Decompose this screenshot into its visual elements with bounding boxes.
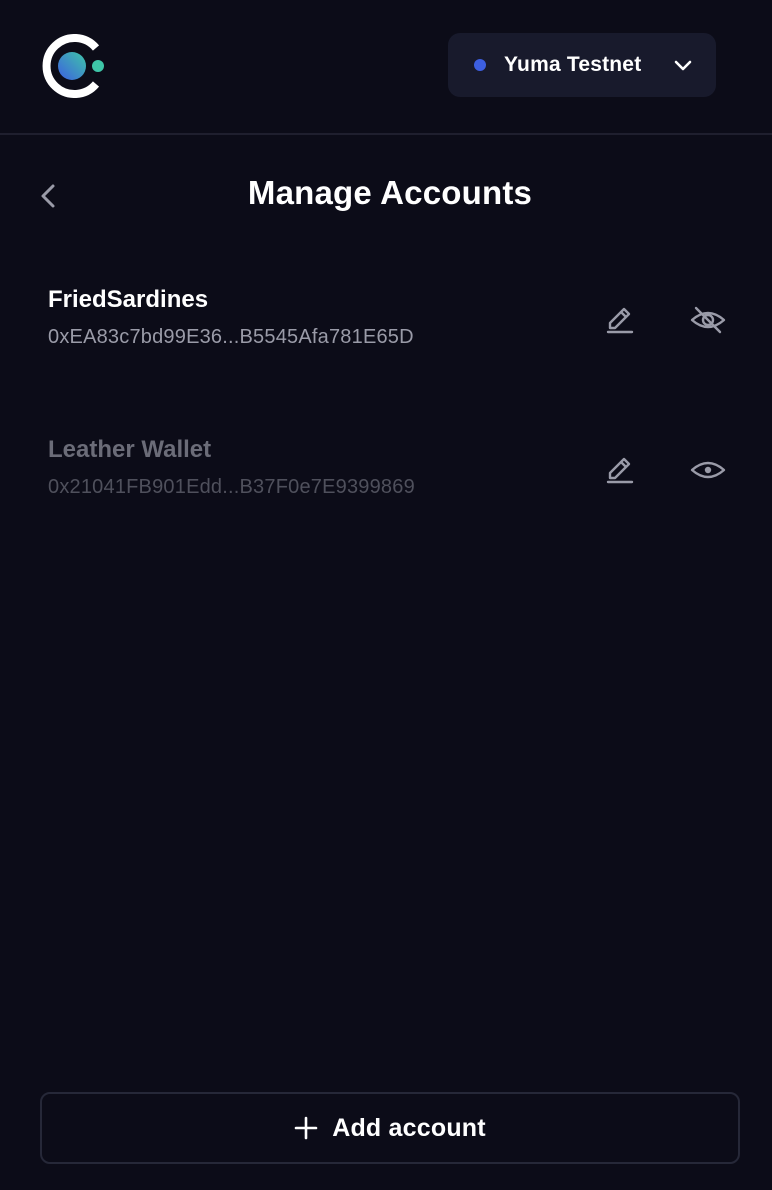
app-root: Yuma Testnet Manage Accounts FriedSardin…: [0, 0, 772, 1190]
plus-icon: [294, 1116, 318, 1140]
header: Yuma Testnet: [0, 0, 772, 135]
show-account-button[interactable]: [686, 448, 730, 492]
edit-account-button[interactable]: [598, 298, 642, 342]
app-logo-icon: [42, 34, 104, 98]
network-label: Yuma Testnet: [504, 53, 642, 76]
edit-account-button[interactable]: [598, 448, 642, 492]
pencil-icon: [606, 457, 634, 484]
account-name: FriedSardines: [48, 286, 209, 313]
eye-off-icon: [690, 306, 726, 334]
account-address: 0x21041FB901Edd...B37F0e7E9399869: [48, 476, 415, 498]
add-account-label: Add account: [332, 1113, 486, 1142]
account-row: Leather Wallet 0x21041FB901Edd...B37F0e7…: [0, 436, 772, 546]
account-address: 0xEA83c7bd99E36...B5545Afa781E65D: [48, 326, 414, 348]
account-name: Leather Wallet: [48, 436, 212, 463]
eye-icon: [690, 461, 726, 479]
network-selector-button[interactable]: Yuma Testnet: [448, 33, 716, 97]
page-title: Manage Accounts: [247, 174, 533, 211]
account-row: FriedSardines 0xEA83c7bd99E36...B5545Afa…: [0, 286, 772, 396]
add-account-button[interactable]: Add account: [40, 1092, 740, 1164]
hide-account-button[interactable]: [686, 298, 730, 342]
chevron-down-icon: [674, 60, 692, 71]
pencil-icon: [606, 307, 634, 334]
network-status-dot: [474, 59, 486, 71]
